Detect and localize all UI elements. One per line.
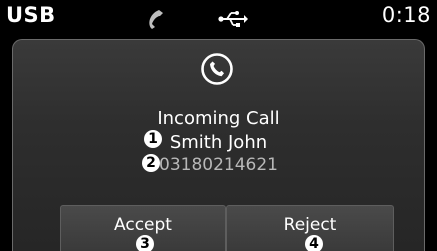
phone-handset-icon — [149, 10, 163, 29]
status-bar: USB 0:18 — [0, 0, 437, 38]
caller-number: 03180214621 — [159, 155, 278, 175]
reject-button-label: Reject — [283, 215, 337, 235]
usb-icon — [218, 11, 248, 27]
callout-marker-2: 2 — [142, 154, 160, 172]
callout-marker-4: 4 — [305, 235, 323, 251]
callout-marker-3: 3 — [136, 235, 154, 251]
clock: 0:18 — [381, 3, 431, 27]
callout-marker-1: 1 — [144, 130, 162, 148]
incoming-call-title: Incoming Call — [157, 108, 280, 129]
head-unit-screen: USB 0:18 Incoming Call Smith John 031802… — [0, 0, 437, 251]
caller-name: Smith John — [169, 132, 268, 153]
source-label: USB — [6, 3, 56, 27]
phone-circle-icon — [201, 53, 233, 85]
accept-button-label: Accept — [114, 215, 172, 235]
